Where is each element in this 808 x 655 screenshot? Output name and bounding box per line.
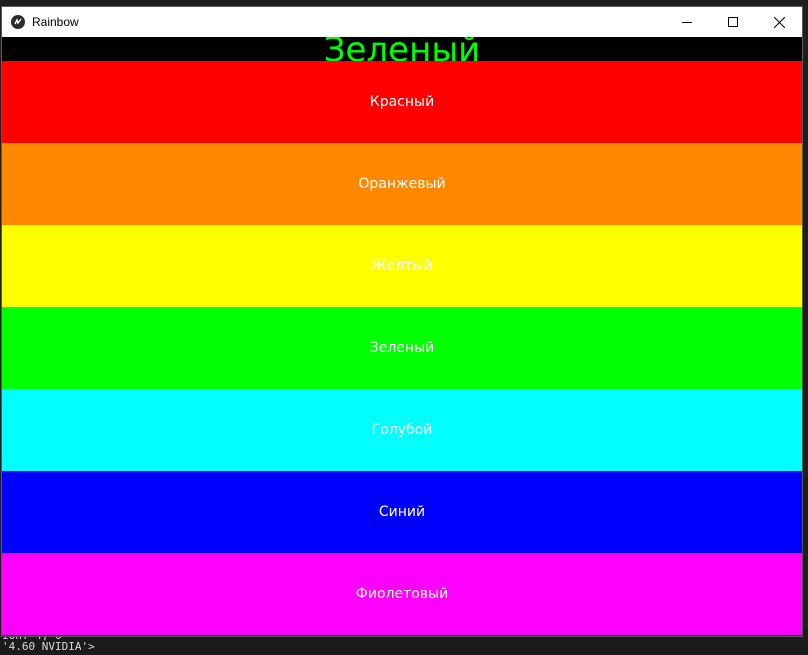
- button-label: Синий: [378, 504, 426, 520]
- violet-button[interactable]: Фиолетовый: [2, 553, 802, 635]
- button-label: Красный: [369, 94, 435, 110]
- app-window: Rainbow Зеленый Красный Оранжевый Желтый…: [1, 6, 803, 637]
- maximize-icon: [728, 17, 738, 27]
- button-label: Желтый: [371, 258, 433, 274]
- button-label: Оранжевый: [358, 176, 446, 192]
- close-button[interactable]: [756, 7, 802, 37]
- close-icon: [773, 16, 785, 28]
- maximize-button[interactable]: [710, 7, 756, 37]
- selected-color-text: Зеленый: [323, 37, 481, 61]
- app-content: Зеленый Красный Оранжевый Желтый Зеленый…: [2, 37, 802, 636]
- minimize-button[interactable]: [664, 7, 710, 37]
- title-bar[interactable]: Rainbow: [2, 7, 802, 37]
- kivy-app-icon: [11, 15, 25, 29]
- orange-button[interactable]: Оранжевый: [2, 143, 802, 225]
- window-controls: [664, 7, 802, 37]
- green-button[interactable]: Зеленый: [2, 307, 802, 389]
- console-line: '4.60 NVIDIA'>: [2, 640, 95, 653]
- yellow-button[interactable]: Желтый: [2, 225, 802, 307]
- blue-button[interactable]: Синий: [2, 471, 802, 553]
- red-button[interactable]: Красный: [2, 61, 802, 143]
- light-blue-button[interactable]: Голубой: [2, 389, 802, 471]
- desktop: ion: 4, 6 '4.60 NVIDIA'> Rainbow: [0, 0, 808, 655]
- window-title: Rainbow: [32, 15, 79, 29]
- selected-color-label: Зеленый: [2, 37, 802, 61]
- color-button-list: Красный Оранжевый Желтый Зеленый Голубой…: [2, 61, 802, 635]
- button-label: Голубой: [371, 422, 433, 438]
- button-label: Фиолетовый: [355, 586, 449, 602]
- minimize-icon: [682, 22, 692, 23]
- button-label: Зеленый: [369, 340, 435, 356]
